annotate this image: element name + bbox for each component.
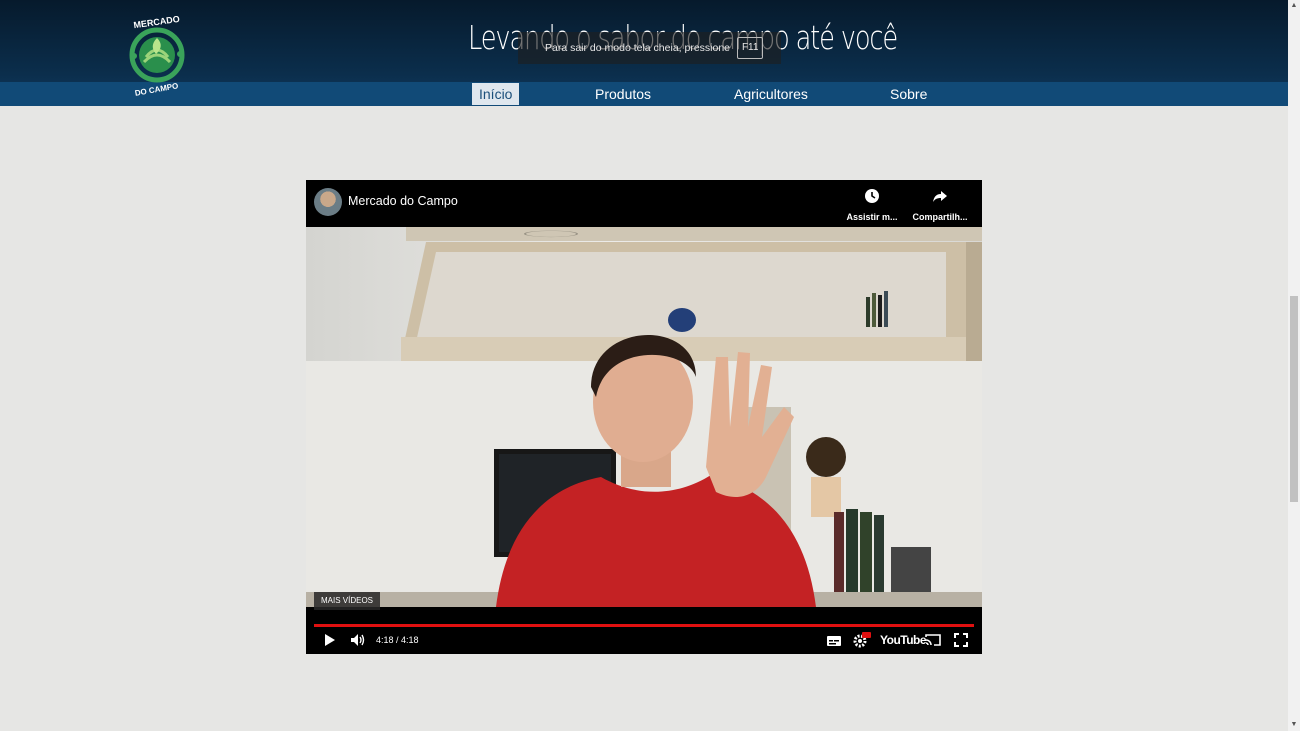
progress-fill bbox=[314, 624, 974, 627]
cast-button[interactable] bbox=[924, 633, 942, 652]
nav-item-agricultores[interactable]: Agricultores bbox=[734, 83, 808, 105]
cast-icon bbox=[925, 634, 941, 646]
play-icon bbox=[325, 634, 335, 646]
video-title[interactable]: Mercado do Campo bbox=[348, 194, 458, 208]
more-videos-button[interactable]: MAIS VÍDEOS bbox=[314, 592, 381, 610]
play-button[interactable] bbox=[322, 633, 336, 652]
channel-avatar[interactable] bbox=[314, 188, 342, 216]
subtitles-button[interactable] bbox=[826, 634, 842, 652]
watch-later-button[interactable]: Assistir m... bbox=[842, 188, 902, 222]
scroll-up-arrow-icon[interactable]: ▲ bbox=[1290, 2, 1298, 10]
video-controls: 4:18 / 4:18 YouTube bbox=[306, 607, 982, 654]
clock-icon bbox=[842, 188, 902, 206]
fullscreen-key-badge: F11 bbox=[736, 37, 764, 60]
settings-button[interactable] bbox=[853, 632, 871, 653]
youtube-logo[interactable]: YouTube bbox=[880, 633, 927, 647]
volume-icon bbox=[351, 634, 365, 646]
nav-item-inicio[interactable]: Início bbox=[472, 83, 520, 105]
site-logo[interactable]: MERCADO DO CAMPO bbox=[122, 12, 192, 98]
subtitles-icon bbox=[827, 636, 841, 646]
fullscreen-icon bbox=[954, 633, 968, 647]
logo-text-bottom: DO CAMPO bbox=[134, 81, 179, 96]
share-label: Compartilh... bbox=[912, 212, 968, 222]
fullscreen-exit-toast: Para sair do modo tela cheia, pressione … bbox=[518, 32, 781, 64]
nav-item-produtos[interactable]: Produtos bbox=[595, 83, 651, 105]
volume-button[interactable] bbox=[350, 633, 366, 652]
gear-icon bbox=[853, 632, 871, 648]
share-button[interactable]: Compartilh... bbox=[910, 188, 970, 222]
youtube-embed[interactable]: Mercado do Campo Assistir m... Compartil… bbox=[306, 180, 982, 654]
video-top-bar: Mercado do Campo Assistir m... Compartil… bbox=[306, 180, 982, 227]
watch-later-label: Assistir m... bbox=[846, 212, 898, 222]
scroll-thumb[interactable] bbox=[1290, 296, 1298, 502]
scroll-down-arrow-icon[interactable]: ▼ bbox=[1290, 721, 1298, 729]
video-time: 4:18 / 4:18 bbox=[376, 635, 419, 645]
fullscreen-toast-text: Para sair do modo tela cheia, pressione bbox=[545, 42, 731, 54]
fullscreen-button[interactable] bbox=[954, 633, 968, 652]
page-scrollbar[interactable]: ▲ ▼ bbox=[1288, 0, 1300, 731]
video-frame bbox=[306, 227, 982, 607]
progress-bar[interactable] bbox=[314, 624, 974, 627]
nav-item-sobre[interactable]: Sobre bbox=[890, 83, 927, 105]
share-icon bbox=[910, 188, 970, 206]
